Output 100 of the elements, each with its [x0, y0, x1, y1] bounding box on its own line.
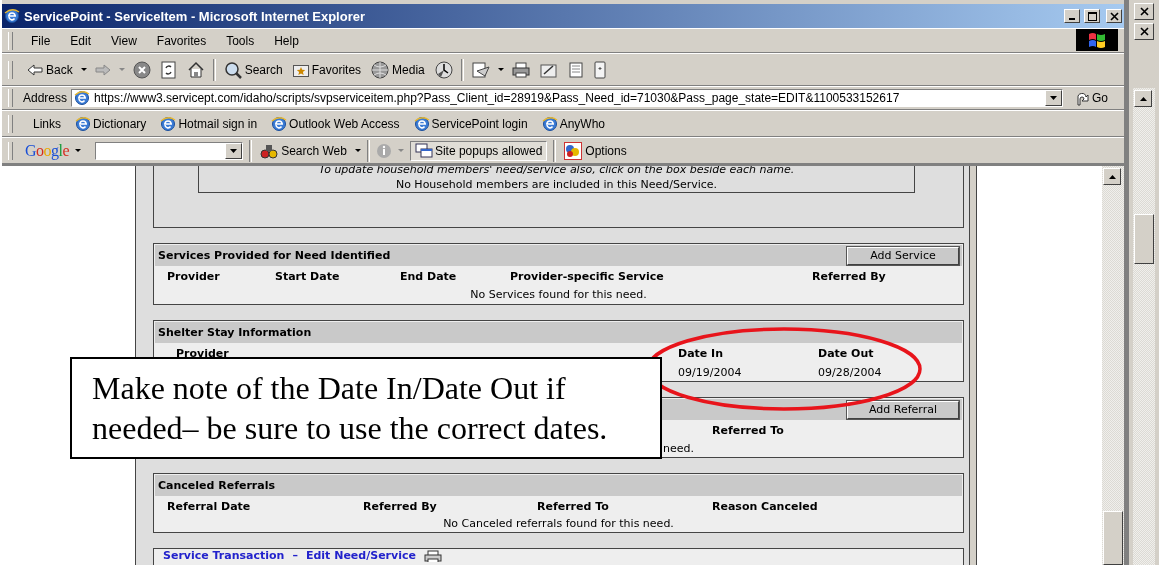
link-item[interactable]: Outlook Web Access [271, 115, 400, 132]
mail-icon [471, 61, 490, 78]
minimize-button[interactable] [1064, 9, 1080, 23]
search-button[interactable]: Search [221, 60, 285, 79]
search-web-button[interactable]: Search Web [258, 142, 349, 159]
column-header: Date In [678, 347, 725, 360]
globe-icon [371, 60, 390, 79]
popup-blocker-button[interactable]: Site popups allowed [409, 140, 548, 161]
scrollbar-thumb[interactable] [1134, 214, 1154, 264]
column-header: Date Out [818, 347, 875, 360]
callout-text: Make note of the Date In/Date Out if needed– be sure to use the correct dates. [70, 357, 662, 459]
up-arrow-icon [1108, 174, 1116, 179]
menu-item[interactable]: Edit [62, 33, 100, 48]
add-button[interactable]: Add Service [847, 246, 959, 265]
scroll-up-button[interactable] [1134, 90, 1152, 107]
close-icon [1139, 7, 1149, 16]
windows-icon [414, 142, 433, 159]
address-field[interactable]: https://www3.servicept.com/idaho/scripts/svpserviceitem.php?Pass_Client_id=28919&Pass_Need_id=71030&Pass_page_state=EDIT&1100533152617 [71, 89, 1063, 107]
stop-icon [132, 60, 151, 79]
action-link[interactable]: Edit Need/Service [305, 549, 416, 562]
table-cell-text: 09/19/2004 [678, 365, 743, 379]
address-label: Address [23, 91, 68, 105]
close-button[interactable] [1134, 23, 1154, 40]
magnifier-icon [223, 60, 242, 79]
dropdown-caret-icon[interactable] [80, 68, 87, 71]
dropdown-caret-icon[interactable] [354, 149, 361, 152]
dropdown-arrow-icon [230, 148, 238, 153]
menu-item[interactable]: View [103, 33, 145, 48]
printer-icon [511, 61, 530, 78]
menu-item[interactable]: Tools [218, 33, 263, 48]
empty-message: need. [663, 442, 694, 455]
refresh-button[interactable] [158, 60, 179, 79]
empty-message: No Household members are included in this Need/Service. [394, 177, 719, 192]
menu-item[interactable]: Favorites [148, 33, 215, 48]
add-button[interactable]: Add Referral [847, 400, 959, 419]
action-link[interactable]: Service Transaction [163, 549, 285, 562]
print-button[interactable] [509, 61, 532, 78]
close-button[interactable] [1106, 9, 1122, 23]
binoculars-icon [260, 142, 279, 159]
link-item[interactable]: Dictionary [75, 115, 147, 132]
history-button[interactable] [432, 60, 455, 79]
empty-message: No Canceled referrals found for this need. [442, 516, 675, 532]
column-header: Referral Date [167, 500, 252, 513]
empty-message: No Services found for this need. [469, 287, 648, 303]
maximize-button[interactable] [1084, 9, 1100, 23]
maximize-icon [1087, 11, 1097, 21]
stop-button[interactable] [130, 60, 153, 79]
media-button[interactable]: Media [369, 60, 427, 79]
printer-icon[interactable] [423, 549, 442, 562]
home-icon [186, 60, 205, 79]
dropdown-caret-icon[interactable] [75, 149, 82, 152]
column-header: Referred To [712, 424, 785, 437]
table-cell-text: 09/28/2004 [818, 365, 883, 379]
mail-button[interactable] [469, 61, 492, 78]
column-header: Start Date [275, 270, 341, 283]
scrollbar-thumb[interactable] [1103, 511, 1123, 565]
menu-item[interactable]: File [23, 33, 59, 48]
options-icon [564, 141, 583, 160]
links-label: Links [33, 116, 61, 131]
section-title: Services Provided for Need Identified [158, 249, 391, 262]
link-item[interactable]: AnyWho [541, 115, 605, 132]
windows-flag-icon [1088, 32, 1106, 48]
favorites-button[interactable]: Favorites [290, 62, 364, 77]
window-title: ServicePoint - ServiceItem - Microsoft Internet Explorer [24, 8, 366, 24]
go-button[interactable]: Go [1073, 90, 1110, 106]
dropdown-caret-icon[interactable] [497, 68, 504, 71]
dropdown-arrow-icon [1050, 96, 1057, 100]
star-folder-icon [292, 62, 309, 77]
link-item[interactable]: ServicePoint login [413, 115, 528, 132]
column-header: End Date [400, 270, 458, 283]
column-header: Provider-specific Service [510, 270, 665, 283]
section-title: Canceled Referrals [158, 479, 275, 492]
menu-item[interactable]: Help [266, 33, 307, 48]
close-button[interactable] [1134, 3, 1154, 20]
scroll-up-button[interactable] [1103, 168, 1121, 185]
edit-page-icon [539, 61, 558, 78]
close-icon [1109, 11, 1119, 21]
forward-arrow-icon [94, 63, 111, 76]
column-header: Referred By [812, 270, 887, 283]
edit-button[interactable] [537, 61, 560, 78]
clock-icon [434, 60, 453, 79]
go-arrow-icon [1075, 90, 1089, 106]
separator-text: – [292, 549, 298, 562]
column-header: Referred To [537, 500, 610, 513]
link-item[interactable]: Hotmail sign in [160, 115, 258, 132]
dropdown-button[interactable] [1045, 90, 1062, 106]
up-arrow-icon [1139, 96, 1147, 101]
browser-icon [4, 8, 20, 24]
close-icon [1139, 27, 1149, 36]
back-arrow-icon [27, 63, 43, 76]
dropdown-button[interactable] [225, 142, 243, 159]
search-field[interactable] [95, 141, 244, 160]
minimize-icon [1069, 18, 1075, 20]
back-button[interactable]: Back [25, 62, 75, 77]
column-header: Referred By [363, 500, 438, 513]
refresh-icon [160, 60, 177, 79]
column-header: Reason Canceled [712, 500, 819, 513]
options-button[interactable]: Options [562, 141, 629, 160]
section-title: Shelter Stay Information [158, 326, 312, 339]
google-logo[interactable]: Google [25, 141, 70, 160]
